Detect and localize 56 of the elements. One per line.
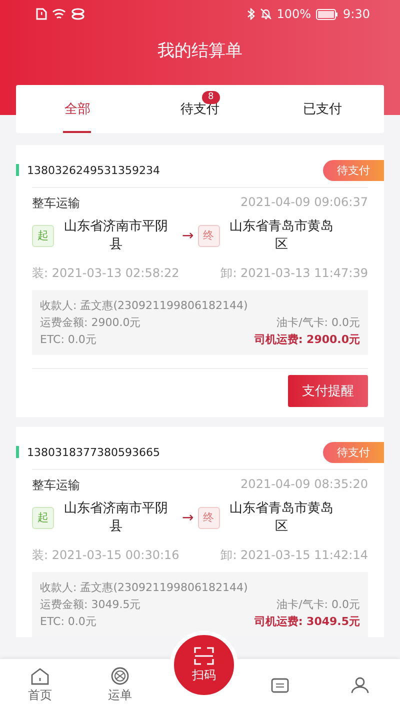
order-card[interactable]: 1380318377380593665 待支付 整车运输 2021-04-09 08:35:20 起 山东省济南市平阴县 → 终 山东省青岛市黄岛区 装: 2021-03-15 00:30:16 卸: 2021-03-15 11:42:14 收款人: 孟文惠(230921199806182144) 运费金额: 3049.5元 油卡/气卡: 0.0元 ETC: 0.0元 司机运费: 3049.5元 [16,427,384,638]
payment-reminder-button[interactable]: 支付提醒 [288,375,368,408]
bluetooth-icon [246,8,255,20]
destination: 山东省青岛市黄岛区 [228,218,335,254]
order-number: 1380326249531359234 [27,164,161,176]
home-icon[interactable] [30,666,50,684]
destination: 山东省青岛市黄岛区 [228,500,335,536]
order-time: 2021-04-09 09:06:37 [240,195,368,211]
etc-amount: ETC: 0.0元 [40,614,96,630]
driver-fee: 司机运费: 2900.0元 [254,332,360,348]
wheel-icon[interactable] [110,666,130,684]
user-icon[interactable] [350,676,370,694]
order-time: 2021-04-09 08:35:20 [240,477,368,494]
battery-icon [316,8,338,20]
unload-time: 卸: 2021-03-15 11:42:14 [220,547,368,564]
wifi-icon [52,8,66,20]
tab[interactable]: 全部 [16,85,139,133]
transport-type: 整车运输 [32,195,80,212]
arrow-icon: → [182,510,194,526]
load-time: 装: 2021-03-13 02:58:22 [32,265,180,282]
origin: 山东省济南市平阴县 [63,500,169,536]
status-tag: 待支付 [323,442,384,463]
end-tag: 终 [198,506,220,529]
end-tag: 终 [198,224,220,247]
sim-icon [36,8,47,20]
wallet-icon[interactable] [270,676,290,694]
tab[interactable]: 已支付 [261,85,384,133]
fuel-card-amount: 油卡/气卡: 0.0元 [276,597,360,614]
hotspot-icon [71,8,85,20]
payee: 收款人: 孟文惠(230921199806182144) [40,580,249,596]
origin: 山东省济南市平阴县 [63,218,169,254]
scan-icon [194,646,214,664]
transport-type: 整车运输 [32,477,80,494]
battery-percent: 100% [276,7,312,21]
order-card[interactable] [16,145,384,418]
order-number: 1380318377380593665 [27,446,161,459]
nav-label[interactable]: 首页 [28,686,52,704]
page-title: 我的结算单 [156,40,244,62]
accent-bar [16,446,19,458]
fuel-card-amount: 油卡/气卡: 0.0元 [276,315,360,332]
freight-amount: 运费金额: 3049.5元 [40,597,141,614]
nav-label[interactable]: 运单 [108,686,132,704]
unload-time: 卸: 2021-03-13 11:47:39 [220,265,368,282]
freight-amount: 运费金额: 2900.0元 [40,315,141,332]
start-tag: 起 [32,224,54,247]
payee: 收款人: 孟文惠(230921199806182144) [40,298,249,314]
driver-fee: 司机运费: 3049.5元 [254,614,360,630]
etc-amount: ETC: 0.0元 [40,332,96,348]
mute-bell-icon [260,8,272,20]
start-tag: 起 [32,506,54,529]
load-time: 装: 2021-03-15 00:30:16 [32,547,180,564]
accent-bar [16,164,19,176]
status-tag: 待支付 [323,160,384,180]
count-badge: 8 [202,91,220,104]
arrow-icon: → [182,228,194,244]
clock: 9:30 [343,7,370,21]
